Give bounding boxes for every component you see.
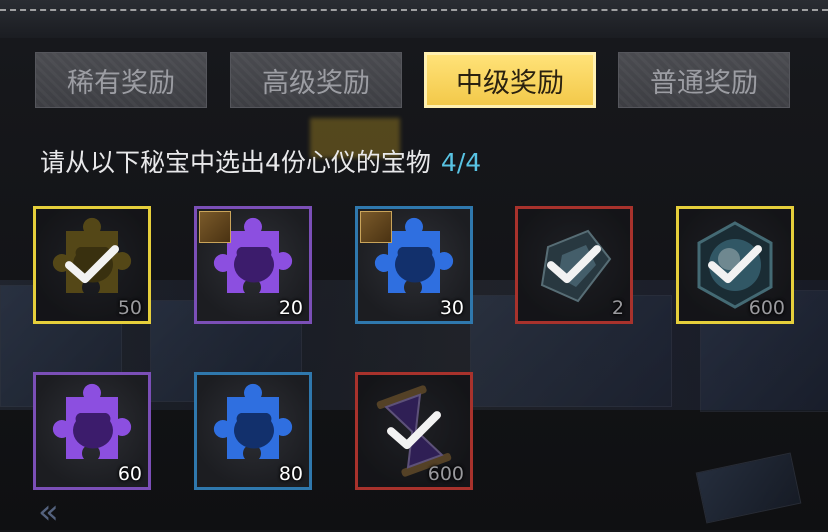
tab-advanced-reward[interactable]: 高级奖励 xyxy=(230,52,402,108)
item-quantity: 600 xyxy=(748,297,785,319)
prompt-text: 请从以下秘宝中选出4份心仪的宝物 xyxy=(40,148,431,177)
item-quantity: 50 xyxy=(117,297,142,319)
reward-slot[interactable]: 80 xyxy=(194,372,312,490)
reward-slot[interactable]: 600 xyxy=(355,372,473,490)
reward-slot[interactable]: 600 xyxy=(676,206,794,324)
reward-slot[interactable]: 20 xyxy=(194,206,312,324)
tab-normal-reward[interactable]: 普通奖励 xyxy=(618,52,790,108)
selection-prompt: 请从以下秘宝中选出4份心仪的宝物 4/4 xyxy=(40,143,481,179)
selection-count: 4/4 xyxy=(440,148,482,177)
item-quantity: 80 xyxy=(278,463,303,485)
checkmark-icon xyxy=(385,407,443,453)
item-quantity: 60 xyxy=(117,463,142,485)
item-quantity: 2 xyxy=(611,297,624,319)
character-badge-icon xyxy=(360,211,392,243)
top-strip xyxy=(0,0,828,38)
reward-slot[interactable]: 2 xyxy=(515,206,633,324)
reward-slot[interactable]: 30 xyxy=(355,206,473,324)
dashed-divider xyxy=(0,9,828,11)
item-quantity: 30 xyxy=(439,297,464,319)
tab-intermediate-reward[interactable]: 中级奖励 xyxy=(424,52,596,108)
checkmark-icon xyxy=(63,241,121,287)
character-badge-icon xyxy=(199,211,231,243)
checkmark-icon xyxy=(545,241,603,287)
item-quantity: 600 xyxy=(427,463,464,485)
item-quantity: 20 xyxy=(278,297,303,319)
checkmark-icon xyxy=(706,241,764,287)
reward-slot[interactable]: 50 xyxy=(33,206,151,324)
reward-slot[interactable]: 60 xyxy=(33,372,151,490)
back-chevron-icon: « xyxy=(38,492,59,532)
tab-rare-reward[interactable]: 稀有奖励 xyxy=(35,52,207,108)
